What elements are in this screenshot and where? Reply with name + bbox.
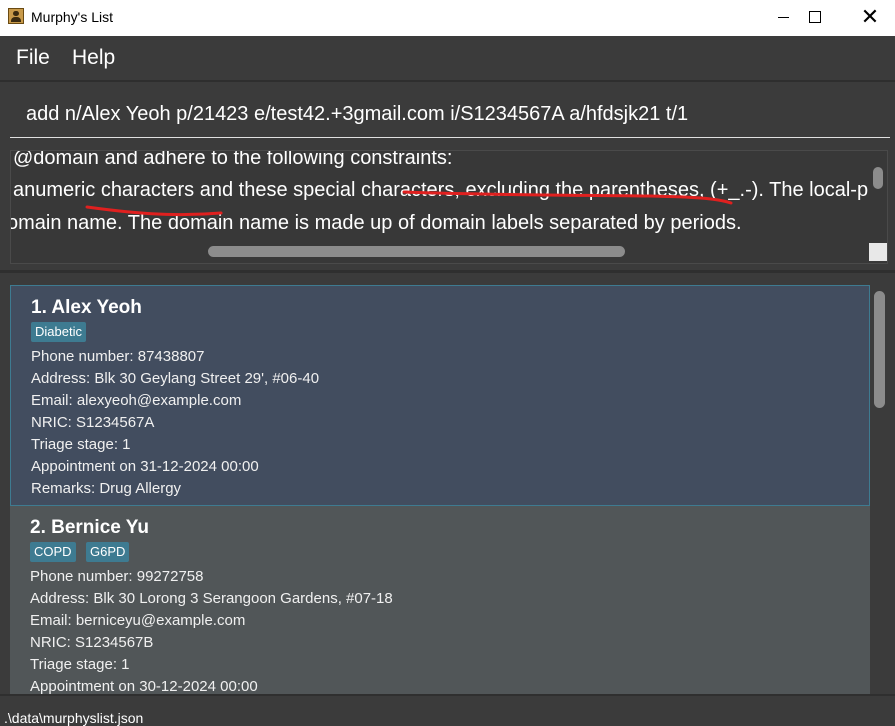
address-label: Address: Blk 30 Lorong 3 Serangoon Garde…: [30, 590, 393, 607]
appointment-label: Appointment on 31-12-2024 00:00: [31, 458, 259, 475]
menu-bar: File Help: [0, 36, 895, 80]
person-card[interactable]: 1. Alex Yeoh Diabetic Phone number: 8743…: [10, 285, 870, 506]
triage-label: Triage stage: 1: [31, 436, 131, 453]
appointment-label: Appointment on 30-12-2024 00:00: [30, 678, 258, 694]
result-line: anumeric characters and these special ch…: [13, 179, 869, 201]
phone-label: Phone number: 87438807: [31, 348, 205, 365]
result-display: @domain and adhere to the following cons…: [10, 150, 888, 264]
person-name: 2. Bernice Yu: [30, 517, 149, 538]
address-label: Address: Blk 30 Geylang Street 29', #06-…: [31, 370, 320, 387]
window-title: Murphy's List: [31, 9, 114, 25]
command-box: [0, 82, 895, 146]
scroll-corner: [869, 243, 887, 261]
menu-file[interactable]: File: [16, 46, 50, 70]
person-list: 1. Alex Yeoh Diabetic Phone number: 8743…: [0, 273, 895, 694]
status-bar: .\data\murphyslist.json: [0, 694, 895, 726]
vertical-scrollbar[interactable]: [873, 167, 883, 189]
remarks-label: Remarks: Drug Allergy: [31, 480, 182, 497]
maximize-icon: [809, 11, 821, 23]
title-bar: Murphy's List ✕: [0, 0, 895, 36]
tag-list: Diabetic: [31, 322, 869, 346]
close-button[interactable]: ✕: [847, 0, 893, 36]
tag-badge: COPD: [30, 542, 76, 562]
result-line: @domain and adhere to the following cons…: [13, 150, 453, 169]
horizontal-scrollbar[interactable]: [208, 246, 625, 257]
tag-list: COPD G6PD: [30, 542, 870, 566]
person-name: 1. Alex Yeoh: [31, 297, 142, 318]
save-location: .\data\murphyslist.json: [4, 710, 144, 726]
command-input[interactable]: [10, 92, 890, 138]
tag-badge: G6PD: [86, 542, 130, 562]
nric-label: NRIC: S1234567A: [31, 414, 155, 431]
triage-label: Triage stage: 1: [30, 656, 130, 673]
email-label: Email: berniceyu@example.com: [30, 612, 246, 629]
tag-badge: Diabetic: [31, 322, 86, 342]
phone-label: Phone number: 99272758: [30, 568, 204, 585]
result-line: omain name. The domain name is made up o…: [10, 212, 742, 234]
close-icon: ✕: [860, 5, 880, 30]
menu-help[interactable]: Help: [72, 46, 115, 70]
app-user-icon: [8, 8, 24, 24]
person-card[interactable]: 2. Bernice Yu COPD G6PD Phone number: 99…: [10, 506, 870, 694]
minimize-icon: [778, 17, 789, 18]
email-label: Email: alexyeoh@example.com: [31, 392, 242, 409]
nric-label: NRIC: S1234567B: [30, 634, 154, 651]
maximize-button[interactable]: [791, 0, 837, 36]
list-vertical-scrollbar[interactable]: [874, 291, 885, 408]
